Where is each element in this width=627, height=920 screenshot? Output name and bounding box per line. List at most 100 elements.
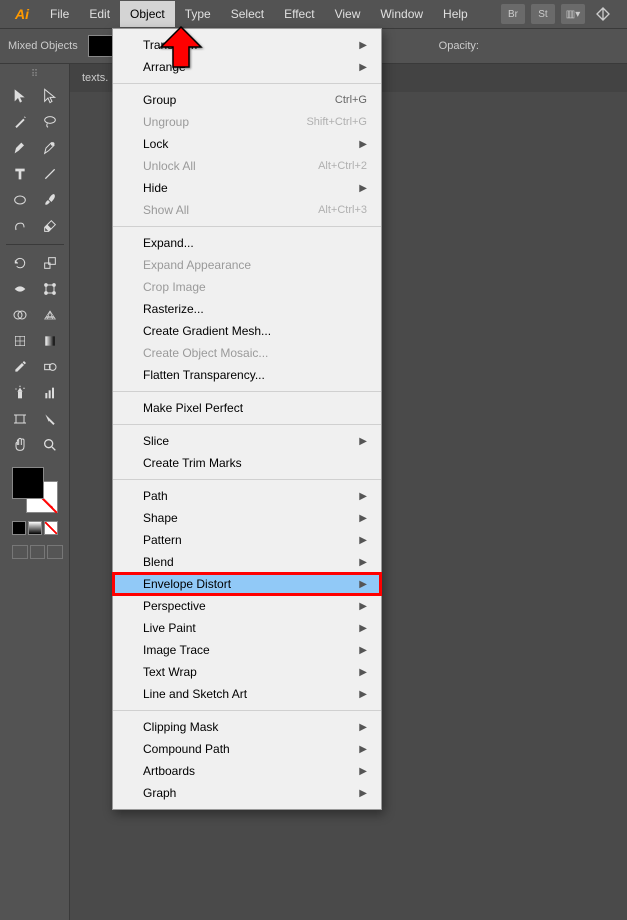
menu-item-transform[interactable]: Transform ▶ xyxy=(113,34,381,56)
shaper-tool[interactable] xyxy=(6,214,34,238)
panel-grip[interactable]: ⠿ xyxy=(6,68,63,80)
gradient-tool[interactable] xyxy=(36,329,64,353)
menu-item-live-paint[interactable]: Live Paint▶ xyxy=(113,617,381,639)
submenu-arrow-icon: ▶ xyxy=(359,579,367,590)
menu-item-lock[interactable]: Lock ▶ xyxy=(113,133,381,155)
curvature-tool[interactable] xyxy=(36,136,64,160)
lasso-tool[interactable] xyxy=(36,110,64,134)
color-mode-color[interactable] xyxy=(12,521,26,535)
magic-wand-tool[interactable] xyxy=(6,110,34,134)
menu-item-hide[interactable]: Hide▶ xyxy=(113,177,381,199)
menu-item-label: Text Wrap xyxy=(143,665,351,679)
object-menu-dropdown: Transform ▶ Arrange▶ GroupCtrl+GUngroupShif… xyxy=(112,28,382,810)
menu-item-shape[interactable]: Shape▶ xyxy=(113,507,381,529)
scale-tool[interactable] xyxy=(36,251,64,275)
menu-item-label: Show All xyxy=(143,203,318,217)
ellipse-tool[interactable] xyxy=(6,188,34,212)
menu-item-perspective[interactable]: Perspective▶ xyxy=(113,595,381,617)
fill-stroke-swatches[interactable] xyxy=(12,467,58,513)
hand-tool[interactable] xyxy=(6,433,34,457)
menu-item-clipping-mask[interactable]: Clipping Mask▶ xyxy=(113,716,381,738)
menu-item-crop-image: Crop Image xyxy=(113,276,381,298)
slice-tool[interactable] xyxy=(36,407,64,431)
menu-item-shortcut: Alt+Ctrl+3 xyxy=(318,204,367,216)
menu-item-blend[interactable]: Blend▶ xyxy=(113,551,381,573)
search-icon[interactable] xyxy=(591,4,615,24)
menu-file[interactable]: File xyxy=(40,1,79,27)
shape-builder-tool[interactable] xyxy=(6,303,34,327)
menu-item-image-trace[interactable]: Image Trace▶ xyxy=(113,639,381,661)
menu-item-text-wrap[interactable]: Text Wrap▶ xyxy=(113,661,381,683)
draw-mode-buttons xyxy=(12,545,63,559)
color-mode-none[interactable] xyxy=(44,521,58,535)
menu-item-expand-appearance: Expand Appearance xyxy=(113,254,381,276)
menu-item-ungroup: UngroupShift+Ctrl+G xyxy=(113,111,381,133)
draw-normal[interactable] xyxy=(12,545,28,559)
menu-item-pattern[interactable]: Pattern▶ xyxy=(113,529,381,551)
menu-item-label: Ungroup xyxy=(143,115,306,129)
line-tool[interactable] xyxy=(36,162,64,186)
menu-item-label: Clipping Mask xyxy=(143,720,351,734)
width-tool[interactable] xyxy=(6,277,34,301)
pen-tool[interactable] xyxy=(6,136,34,160)
menu-edit[interactable]: Edit xyxy=(79,1,120,27)
bridge-icon[interactable]: Br xyxy=(501,4,525,24)
blend-tool[interactable] xyxy=(36,355,64,379)
menu-item-path[interactable]: Path▶ xyxy=(113,485,381,507)
submenu-arrow-icon: ▶ xyxy=(359,689,367,700)
workspace-switcher-icon[interactable]: ▥▾ xyxy=(561,4,585,24)
menu-select[interactable]: Select xyxy=(221,1,274,27)
column-graph-tool[interactable] xyxy=(36,381,64,405)
menu-item-rasterize[interactable]: Rasterize... xyxy=(113,298,381,320)
paintbrush-tool[interactable] xyxy=(36,188,64,212)
menu-effect[interactable]: Effect xyxy=(274,1,324,27)
menu-item-label: Transform xyxy=(143,38,351,52)
menu-item-graph[interactable]: Graph▶ xyxy=(113,782,381,804)
free-transform-tool[interactable] xyxy=(36,277,64,301)
menu-item-flatten-transparency[interactable]: Flatten Transparency... xyxy=(113,364,381,386)
eraser-tool[interactable] xyxy=(36,214,64,238)
menu-item-slice[interactable]: Slice▶ xyxy=(113,430,381,452)
menu-item-label: Lock xyxy=(143,137,351,151)
menu-item-make-pixel-perfect[interactable]: Make Pixel Perfect xyxy=(113,397,381,419)
menubar-right: Br St ▥▾ xyxy=(501,4,623,24)
menu-item-label: Live Paint xyxy=(143,621,351,635)
draw-inside[interactable] xyxy=(47,545,63,559)
zoom-tool[interactable] xyxy=(36,433,64,457)
eyedropper-tool[interactable] xyxy=(6,355,34,379)
submenu-arrow-icon: ▶ xyxy=(359,139,367,150)
selection-tool[interactable] xyxy=(6,84,34,108)
menu-item-artboards[interactable]: Artboards▶ xyxy=(113,760,381,782)
menu-object[interactable]: Object xyxy=(120,1,175,27)
menu-item-create-trim-marks[interactable]: Create Trim Marks xyxy=(113,452,381,474)
perspective-grid-tool[interactable] xyxy=(36,303,64,327)
menu-item-label: Pattern xyxy=(143,533,351,547)
type-tool[interactable] xyxy=(6,162,34,186)
submenu-arrow-icon: ▶ xyxy=(359,40,367,51)
draw-behind[interactable] xyxy=(30,545,46,559)
menubar: Ai FileEditObjectTypeSelectEffectViewWin… xyxy=(0,0,627,28)
menu-item-compound-path[interactable]: Compound Path▶ xyxy=(113,738,381,760)
menu-item-arrange[interactable]: Arrange▶ xyxy=(113,56,381,78)
rotate-tool[interactable] xyxy=(6,251,34,275)
fill-swatch-tool[interactable] xyxy=(12,467,44,499)
menu-item-create-gradient-mesh[interactable]: Create Gradient Mesh... xyxy=(113,320,381,342)
stock-icon[interactable]: St xyxy=(531,4,555,24)
color-mode-gradient[interactable] xyxy=(28,521,42,535)
mesh-tool[interactable] xyxy=(6,329,34,353)
menu-help[interactable]: Help xyxy=(433,1,478,27)
menu-item-label: Expand Appearance xyxy=(143,258,367,272)
menu-view[interactable]: View xyxy=(325,1,371,27)
direct-selection-tool[interactable] xyxy=(36,84,64,108)
menu-type[interactable]: Type xyxy=(175,1,221,27)
menu-item-label: Unlock All xyxy=(143,159,318,173)
artboard-tool[interactable] xyxy=(6,407,34,431)
menu-item-group[interactable]: GroupCtrl+G xyxy=(113,89,381,111)
menu-item-expand[interactable]: Expand... xyxy=(113,232,381,254)
symbol-sprayer-tool[interactable] xyxy=(6,381,34,405)
menu-item-label: Create Trim Marks xyxy=(143,456,367,470)
menu-item-envelope-distort[interactable]: Envelope Distort▶ xyxy=(113,573,381,595)
menu-item-line-and-sketch-art[interactable]: Line and Sketch Art▶ xyxy=(113,683,381,705)
menu-window[interactable]: Window xyxy=(370,1,433,27)
menu-item-label: Expand... xyxy=(143,236,367,250)
